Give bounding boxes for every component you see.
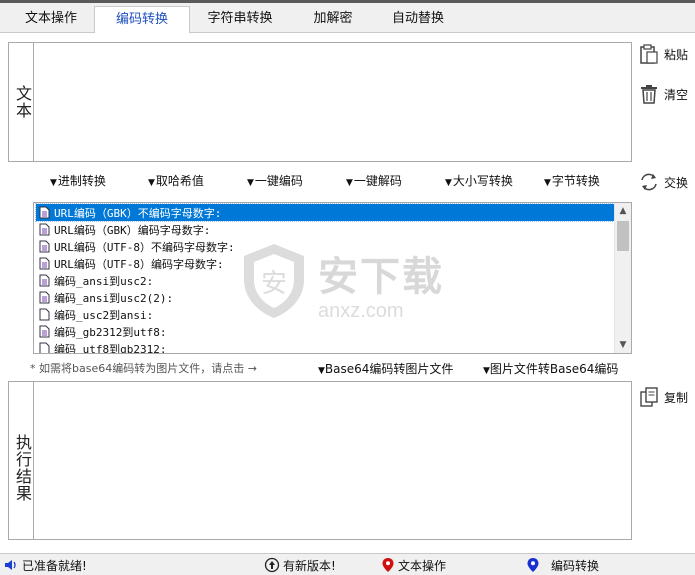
location-pin-icon bbox=[382, 558, 394, 572]
output-textarea[interactable] bbox=[33, 381, 632, 540]
list-item[interactable]: URL编码（GBK）不编码字母数字: bbox=[35, 203, 615, 222]
dropdown-triangle-icon: ▼ bbox=[247, 178, 254, 188]
case-convert-menu[interactable]: ▼大小写转换 bbox=[445, 172, 513, 190]
document-icon bbox=[39, 223, 50, 236]
list-item-label: URL编码（UTF-8）编码字母数字: bbox=[54, 257, 224, 271]
list-item[interactable]: 编码_usc2到ansi: bbox=[36, 306, 614, 323]
input-textarea[interactable] bbox=[33, 42, 632, 162]
base64-hint: * 如需将base64编码转为图片文件，请点击 → bbox=[30, 362, 257, 375]
copy-label: 复制 bbox=[664, 390, 689, 405]
status-encode-convert-text: 编码转换 bbox=[551, 558, 600, 573]
tab-bar: 文本操作 编码转换 字符串转换 加解密 自动替换 bbox=[0, 3, 695, 34]
list-item-label: URL编码（GBK）编码字母数字: bbox=[54, 223, 211, 237]
scroll-down-icon[interactable]: ▼ bbox=[615, 337, 631, 353]
one-click-encode-label: 一键编码 bbox=[254, 174, 303, 188]
hash-menu[interactable]: ▼取哈希值 bbox=[148, 172, 204, 190]
speaker-icon bbox=[5, 560, 16, 570]
list-item[interactable]: URL编码（UTF-8）不编码字母数字: bbox=[36, 238, 614, 255]
input-label-box: 文本 bbox=[8, 42, 34, 162]
paste-label: 粘贴 bbox=[664, 47, 689, 62]
image-to-base64-label: 图片文件转Base64编码 bbox=[489, 362, 619, 376]
one-click-encode-menu[interactable]: ▼一键编码 bbox=[247, 172, 303, 190]
swap-label: 交换 bbox=[664, 175, 689, 190]
byte-convert-menu[interactable]: ▼字节转换 bbox=[544, 172, 600, 190]
case-convert-label: 大小写转换 bbox=[452, 174, 513, 188]
list-item[interactable]: 编码_ansi到usc2(2): bbox=[36, 289, 614, 306]
list-item-label: 编码_utf8到gb2312: bbox=[54, 342, 167, 354]
dropdown-triangle-icon: ▼ bbox=[318, 366, 325, 376]
document-icon bbox=[39, 206, 50, 219]
status-ready-text: 已准备就绪! bbox=[22, 558, 87, 573]
image-to-base64-button[interactable]: ▼图片文件转Base64编码 bbox=[483, 361, 618, 377]
list-item[interactable]: 编码_gb2312到utf8: bbox=[36, 323, 614, 340]
list-item-label: 编码_usc2到ansi: bbox=[54, 308, 154, 322]
dropdown-triangle-icon: ▼ bbox=[346, 178, 353, 188]
tab-auto-replace[interactable]: 自动替换 bbox=[378, 7, 458, 33]
base-convert-label: 进制转换 bbox=[57, 174, 106, 188]
status-ready: 已准备就绪! bbox=[3, 557, 87, 573]
base-convert-menu[interactable]: ▼进制转换 bbox=[50, 172, 106, 190]
document-icon bbox=[39, 291, 50, 304]
base64-to-image-button[interactable]: ▼Base64编码转图片文件 bbox=[318, 361, 453, 377]
document-icon bbox=[39, 257, 50, 270]
tab-encrypt-decrypt[interactable]: 加解密 bbox=[298, 7, 368, 33]
document-icon bbox=[39, 325, 50, 338]
copy-icon bbox=[640, 387, 658, 407]
clear-label: 清空 bbox=[664, 87, 689, 102]
tab-encode-convert[interactable]: 编码转换 bbox=[94, 6, 190, 34]
output-label-box: 执行结果 bbox=[8, 381, 34, 540]
dropdown-triangle-icon: ▼ bbox=[544, 178, 551, 188]
hash-label: 取哈希值 bbox=[155, 174, 204, 188]
status-encode-convert: 编码转换 bbox=[526, 557, 599, 573]
list-item[interactable]: URL编码（GBK）编码字母数字: bbox=[36, 221, 614, 238]
paste-button[interactable]: 粘贴 bbox=[638, 42, 688, 66]
list-item-label: URL编码（UTF-8）不编码字母数字: bbox=[54, 240, 235, 254]
list-item-label: 编码_ansi到usc2(2): bbox=[54, 291, 174, 305]
dropdown-triangle-icon: ▼ bbox=[483, 366, 490, 376]
clear-button[interactable]: 清空 bbox=[638, 82, 688, 106]
swap-icon bbox=[641, 173, 657, 191]
tab-string-convert[interactable]: 字符串转换 bbox=[194, 7, 286, 33]
blank-document-icon bbox=[39, 308, 50, 321]
status-new-version-text: 有新版本! bbox=[283, 558, 336, 573]
copy-button[interactable]: 复制 bbox=[638, 385, 688, 409]
list-item-label: 编码_gb2312到utf8: bbox=[54, 325, 167, 339]
dropdown-triangle-icon: ▼ bbox=[445, 178, 452, 188]
one-click-decode-menu[interactable]: ▼一键解码 bbox=[346, 172, 402, 190]
swap-button[interactable]: 交换 bbox=[638, 170, 688, 194]
clipboard-icon bbox=[640, 44, 658, 64]
output-label: 执行结果 bbox=[13, 434, 32, 502]
status-text-ops-text: 文本操作 bbox=[398, 558, 447, 573]
document-icon bbox=[39, 274, 50, 287]
encoding-listbox[interactable]: URL编码（GBK）不编码字母数字: URL编码（GBK）编码字母数字: URL… bbox=[33, 202, 632, 354]
input-label: 文本 bbox=[13, 85, 32, 119]
list-scrollbar[interactable]: ▲ ▼ bbox=[614, 203, 631, 353]
tab-text-ops[interactable]: 文本操作 bbox=[10, 7, 92, 33]
dropdown-triangle-icon: ▼ bbox=[148, 178, 155, 188]
status-text-ops: 文本操作 bbox=[381, 557, 446, 573]
list-item-label: 编码_ansi到usc2: bbox=[54, 274, 154, 288]
status-bar: 已准备就绪! 有新版本! 文本操作 编码转换 bbox=[0, 553, 695, 575]
byte-convert-label: 字节转换 bbox=[551, 174, 600, 188]
blank-document-icon bbox=[39, 342, 50, 353]
list-item[interactable]: URL编码（UTF-8）编码字母数字: bbox=[36, 255, 614, 272]
list-item[interactable]: 编码_utf8到gb2312: bbox=[36, 340, 614, 354]
status-new-version[interactable]: 有新版本! bbox=[264, 557, 336, 573]
location-pin-icon bbox=[527, 558, 539, 572]
trash-icon bbox=[641, 85, 657, 104]
list-item[interactable]: 编码_ansi到usc2: bbox=[36, 272, 614, 289]
scroll-up-icon[interactable]: ▲ bbox=[615, 203, 631, 219]
list-item-label: URL编码（GBK）不编码字母数字: bbox=[54, 206, 222, 220]
one-click-decode-label: 一键解码 bbox=[353, 174, 402, 188]
upload-circle-icon bbox=[264, 557, 280, 573]
document-icon bbox=[39, 240, 50, 253]
base64-to-image-label: Base64编码转图片文件 bbox=[324, 362, 454, 376]
dropdown-triangle-icon: ▼ bbox=[50, 178, 57, 188]
scroll-thumb[interactable] bbox=[617, 221, 629, 251]
